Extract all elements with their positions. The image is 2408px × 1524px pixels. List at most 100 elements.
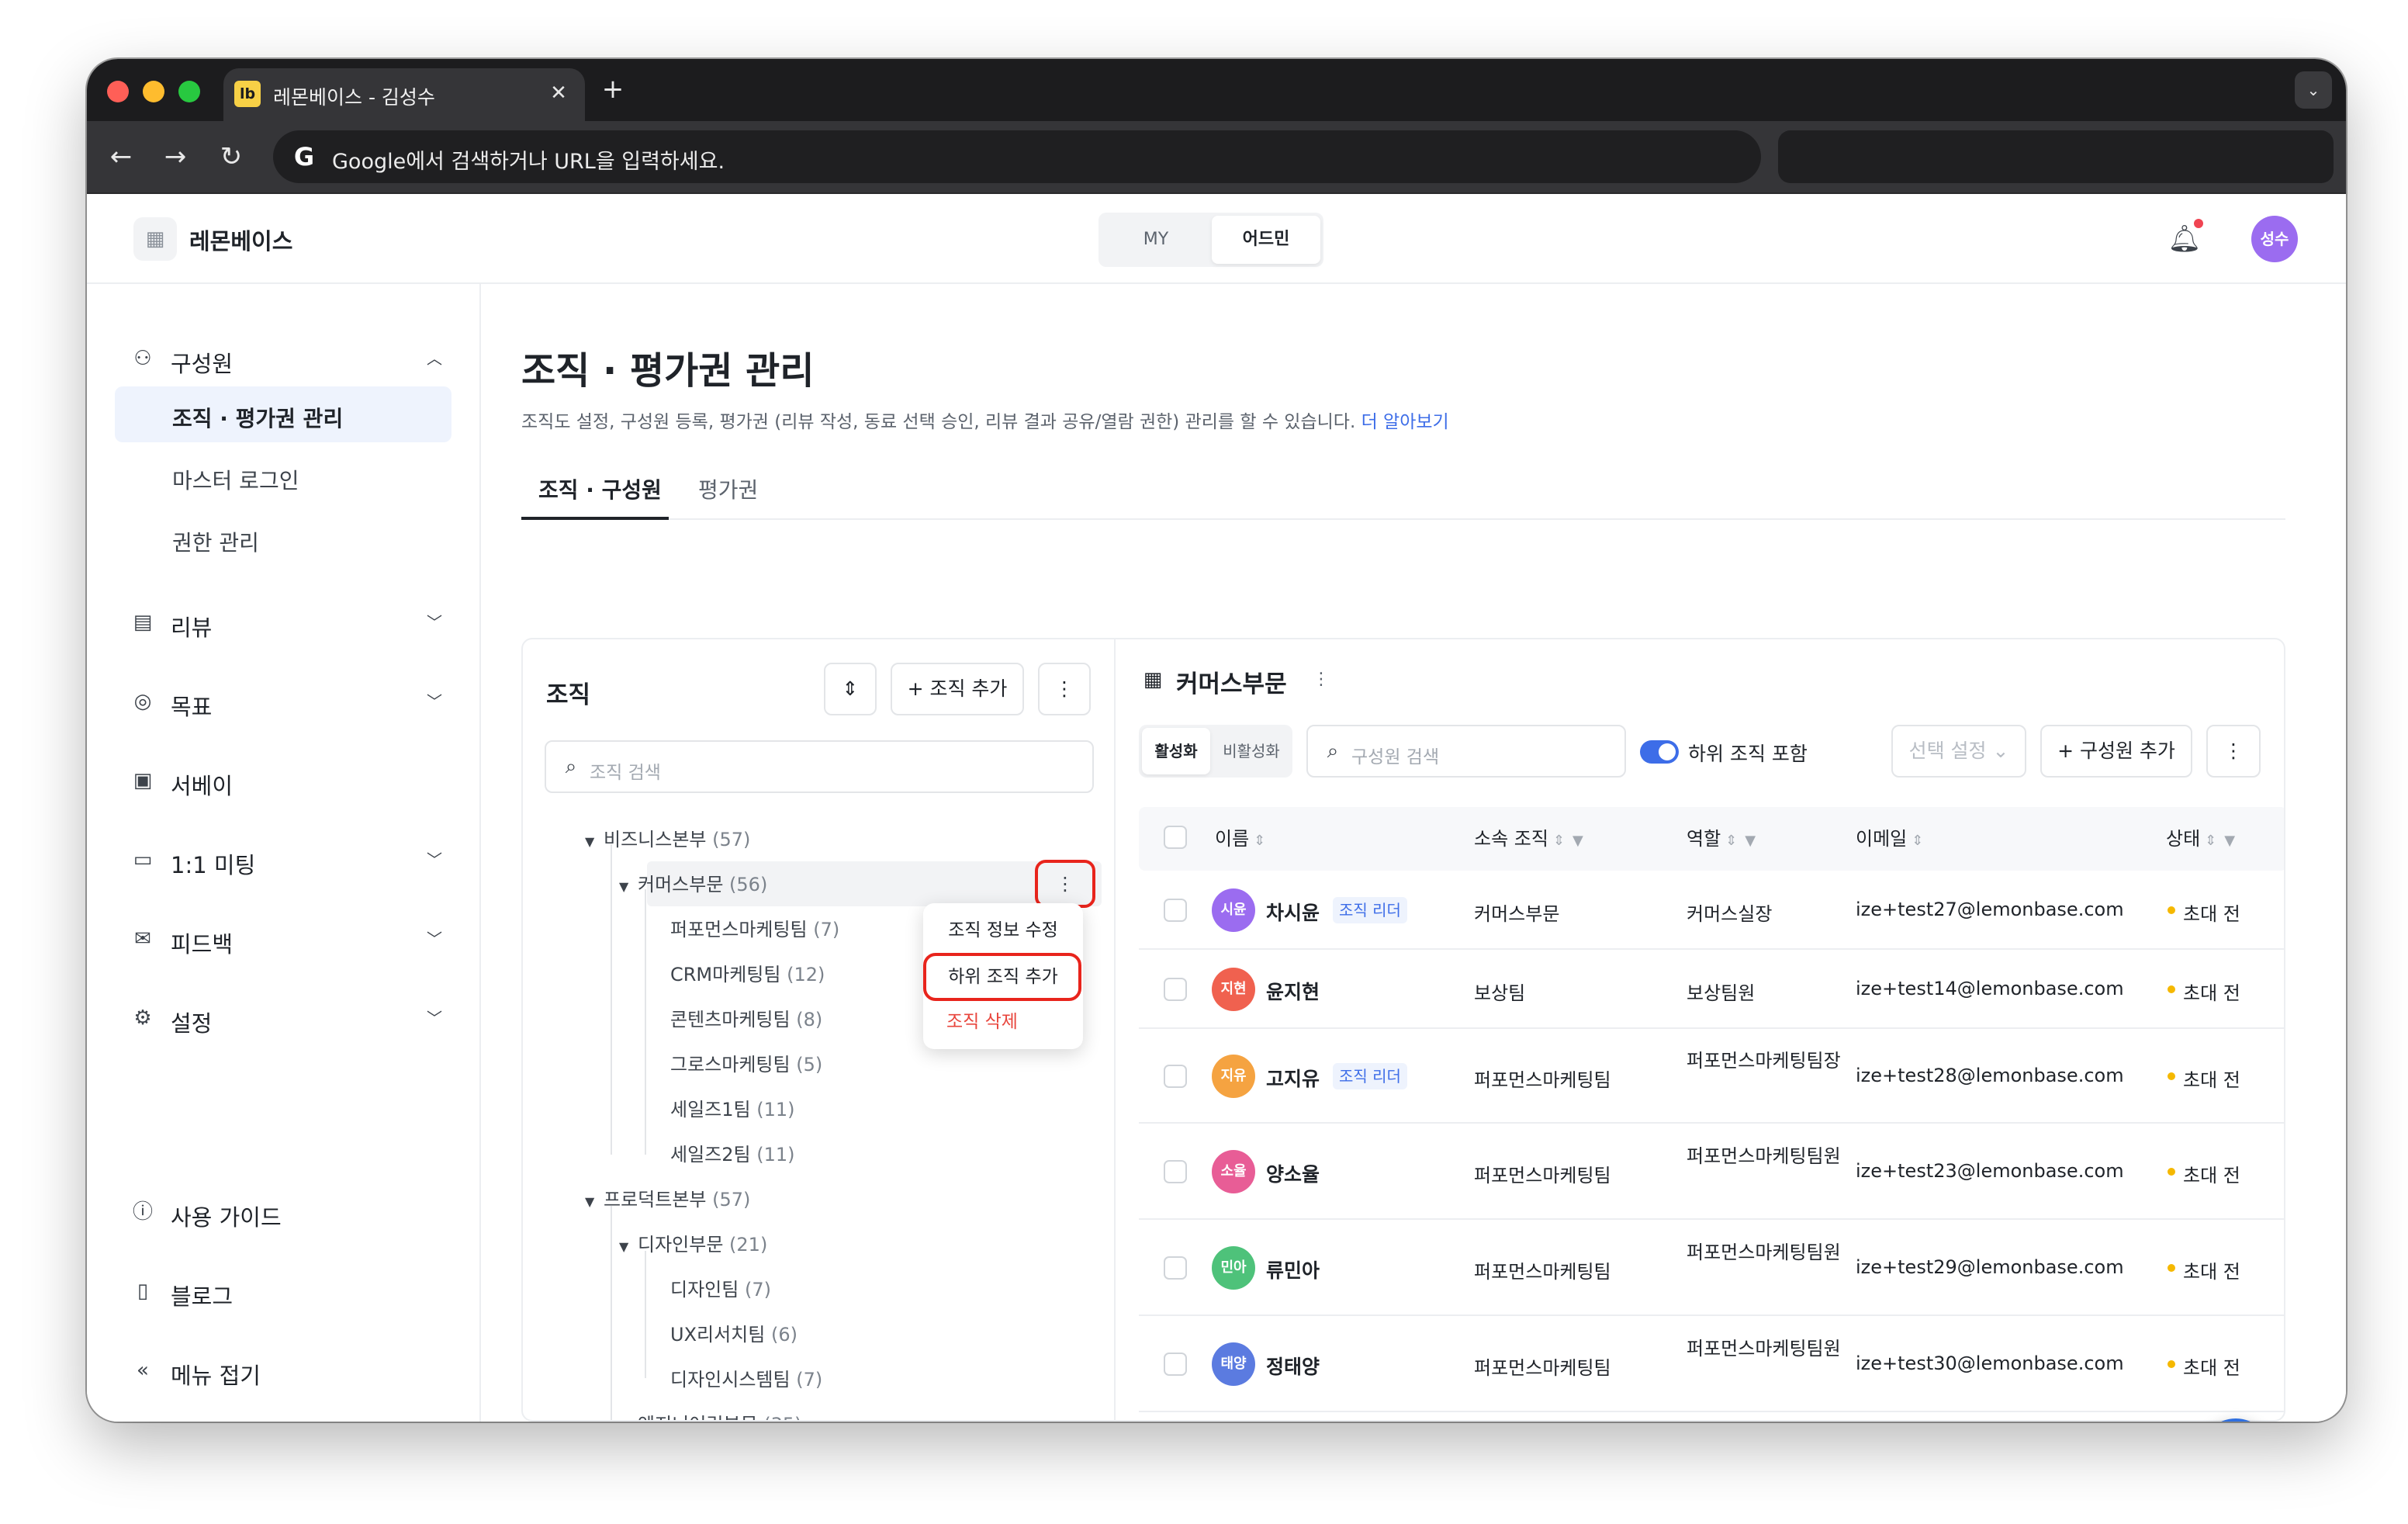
seg-inactive[interactable]: 비활성화 bbox=[1213, 728, 1289, 774]
table-row[interactable]: 소율 양소율 퍼포먼스마케팅팀 퍼포먼스마케팅팀원 ize+test23@lemonba… bbox=[1139, 1124, 2284, 1220]
learn-more-link[interactable]: 더 알아보기 bbox=[1361, 412, 1449, 432]
address-bar[interactable]: G Google에서 검색하거나 URL을 입력하세요. bbox=[273, 130, 1761, 183]
include-sub-toggle[interactable] bbox=[1640, 740, 1679, 764]
row-checkbox[interactable] bbox=[1164, 978, 1187, 1001]
user-avatar[interactable]: 성수 bbox=[2251, 216, 2298, 262]
back-button[interactable]: ← bbox=[104, 140, 138, 174]
sidebar-item-1on1[interactable]: ▭ 1:1 미팅 ﹀ bbox=[118, 832, 459, 888]
sidebar-item-guide[interactable]: ⓘ 사용 가이드 bbox=[118, 1184, 459, 1240]
row-checkbox[interactable] bbox=[1164, 899, 1187, 922]
sidebar-subitem-org[interactable]: 조직 · 평가권 관리 bbox=[115, 386, 452, 442]
member-name[interactable]: 윤지현 bbox=[1266, 977, 1320, 1005]
tab-evaluation[interactable]: 평가권 bbox=[698, 473, 758, 504]
table-row[interactable]: 민아 류민아 퍼포먼스마케팅팀 퍼포먼스마케팅팀원 ize+test29@lemonba… bbox=[1139, 1220, 2284, 1316]
chevron-down-icon: ﹀ bbox=[427, 613, 442, 632]
tree-node[interactable]: 디자인시스템팀 (7) bbox=[670, 1358, 822, 1401]
table-row[interactable]: 아현김아현퍼포먼스마케팅팀퍼포먼스마케팅팀원ize+test31@lemonba… bbox=[1139, 1412, 2284, 1420]
tree-node-label: 콘텐츠마케팅팀 bbox=[670, 1009, 791, 1030]
maximize-window-button[interactable] bbox=[178, 81, 200, 102]
tab-org-members[interactable]: 조직 · 구성원 bbox=[538, 473, 662, 504]
mode-my-button[interactable]: MY bbox=[1102, 216, 1210, 264]
minimize-window-button[interactable] bbox=[143, 81, 164, 102]
sidebar-item-members[interactable]: ⚇ 구성원 ︿ bbox=[118, 331, 459, 386]
tree-node[interactable]: CRM마케팅팀 (12) bbox=[670, 953, 825, 996]
page-tabs: 조직 · 구성원 평가권 bbox=[521, 455, 2285, 520]
member-org: 퍼포먼스마케팅팀 bbox=[1474, 1069, 1611, 1091]
member-name[interactable]: 차시윤 bbox=[1266, 898, 1320, 926]
col-org[interactable]: 소속 조직 ⇕ ▼ bbox=[1474, 807, 1583, 871]
tree-node-label: 커머스부문 bbox=[638, 874, 724, 895]
tree-node[interactable]: 세일즈2팀 (11) bbox=[670, 1133, 795, 1176]
tree-node[interactable]: ▼ 프로덕트본부 (57) bbox=[585, 1178, 750, 1221]
add-member-button[interactable]: + 구성원 추가 bbox=[2040, 725, 2192, 778]
sidebar-item-collapse[interactable]: « 메뉴 접기 bbox=[118, 1342, 459, 1398]
org-more-button[interactable]: ⋮ bbox=[1038, 663, 1091, 715]
menu-edit-org[interactable]: 조직 정보 수정 bbox=[923, 908, 1083, 953]
forward-button[interactable]: → bbox=[158, 140, 192, 174]
collapse-all-button[interactable]: ⇕ bbox=[824, 663, 877, 715]
tree-node[interactable]: 세일즈1팀 (11) bbox=[670, 1088, 795, 1131]
sidebar-item-settings[interactable]: ⚙ 설정 ﹀ bbox=[118, 990, 459, 1046]
tab-search-button[interactable]: ⌄ bbox=[2295, 71, 2332, 109]
sidebar-item-review[interactable]: ▤ 리뷰 ﹀ bbox=[118, 594, 459, 650]
tree-node[interactable]: 디자인팀 (7) bbox=[670, 1268, 771, 1311]
member-panel-more-button[interactable]: ⋮ bbox=[1310, 666, 1333, 694]
filter-icon: ▼ bbox=[1572, 833, 1583, 849]
tree-node[interactable]: 콘텐츠마케팅팀 (8) bbox=[670, 998, 822, 1041]
row-checkbox[interactable] bbox=[1164, 1065, 1187, 1088]
col-role[interactable]: 역할 ⇕ ▼ bbox=[1687, 807, 1756, 871]
tree-node-count: (56) bbox=[729, 874, 768, 895]
mode-admin-button[interactable]: 어드민 bbox=[1212, 216, 1320, 264]
table-row[interactable]: 지현 윤지현 보상팀 보상팀원 ize+test14@lemonbase.com 초대 전 bbox=[1139, 950, 2284, 1029]
seg-active[interactable]: 활성화 bbox=[1142, 728, 1210, 774]
chevron-down-icon: ﹀ bbox=[427, 930, 442, 948]
org-search-input[interactable]: ⌕ 조직 검색 bbox=[545, 740, 1094, 793]
member-name[interactable]: 류민아 bbox=[1266, 1256, 1320, 1283]
col-name[interactable]: 이름 ⇕ bbox=[1215, 807, 1265, 871]
sidebar-item-feedback[interactable]: ✉ 피드백 ﹀ bbox=[118, 911, 459, 967]
menu-delete-org[interactable]: 조직 삭제 bbox=[923, 999, 1083, 1044]
member-more-button[interactable]: ⋮ bbox=[2206, 725, 2261, 778]
table-row[interactable]: 지유 고지유 조직 리더 퍼포먼스마케팅팀 퍼포먼스마케팅팀장 ize+test28@le… bbox=[1139, 1029, 2284, 1124]
browser-tab[interactable]: lb 레몬베이스 - 김성수 ✕ bbox=[223, 68, 585, 121]
col-status[interactable]: 상태 ⇕ ▼ bbox=[2166, 807, 2235, 871]
sidebar-subitem-master-login[interactable]: 마스터 로그인 bbox=[115, 449, 452, 504]
row-checkbox[interactable] bbox=[1164, 1160, 1187, 1183]
select-settings-button[interactable]: 선택 설정 ⌄ bbox=[1891, 725, 2026, 778]
tree-node[interactable]: ▼엔지니어링부문 (35) bbox=[619, 1403, 801, 1420]
tree-node[interactable]: 그로스마케팅팀 (5) bbox=[670, 1043, 822, 1086]
table-row[interactable]: 시윤 차시윤 조직 리더 커머스부문 커머스실장 ize+test27@lemonbase… bbox=[1139, 871, 2284, 950]
org-panel-title: 조직 bbox=[546, 681, 591, 709]
select-all-checkbox[interactable] bbox=[1164, 826, 1187, 849]
tree-node-count: (35) bbox=[763, 1414, 801, 1420]
tree-node[interactable]: ▼ 디자인부문 (21) bbox=[619, 1223, 767, 1266]
col-email[interactable]: 이메일 ⇕ bbox=[1856, 807, 1923, 871]
sidebar-item-goals[interactable]: ◎ 목표 ﹀ bbox=[118, 674, 459, 729]
tree-node[interactable]: 퍼포먼스마케팅팀 (7) bbox=[670, 908, 839, 951]
row-checkbox[interactable] bbox=[1164, 1256, 1187, 1280]
tree-node-label: 디자인팀 bbox=[670, 1279, 739, 1301]
member-name[interactable]: 정태양 bbox=[1266, 1352, 1320, 1380]
tree-node-label: 세일즈1팀 bbox=[670, 1099, 751, 1120]
toggle-knob bbox=[1659, 743, 1676, 760]
sidebar-item-survey[interactable]: ▣ 서베이 bbox=[118, 753, 459, 809]
tab-close-icon[interactable]: ✕ bbox=[545, 79, 573, 107]
tree-node[interactable]: ▼ 비즈니스본부 (57) bbox=[585, 818, 750, 861]
sidebar-item-blog[interactable]: ▯ 블로그 bbox=[118, 1263, 459, 1319]
leader-badge: 조직 리더 bbox=[1333, 897, 1407, 923]
add-org-button[interactable]: + 조직 추가 bbox=[891, 663, 1024, 715]
tree-node[interactable]: UX리서치팀 (6) bbox=[670, 1313, 797, 1356]
row-checkbox[interactable] bbox=[1164, 1353, 1187, 1376]
member-name[interactable]: 양소율 bbox=[1266, 1159, 1320, 1187]
reload-button[interactable]: ↻ bbox=[214, 140, 248, 174]
close-window-button[interactable] bbox=[107, 81, 129, 102]
brand-name[interactable]: 레몬베이스 bbox=[189, 223, 292, 256]
member-search-input[interactable]: ⌕ 구성원 검색 bbox=[1306, 725, 1626, 778]
sidebar-subitem-permissions[interactable]: 권한 관리 bbox=[115, 511, 452, 566]
table-row[interactable]: 태양 정태양 퍼포먼스마케팅팀 퍼포먼스마케팅팀원 ize+test30@lemonba… bbox=[1139, 1316, 2284, 1412]
node-more-button[interactable]: ⋮ bbox=[1050, 868, 1080, 900]
tree-node[interactable]: ▼ 커머스부문 (56) bbox=[619, 863, 767, 906]
tree-node-label: 디자인시스템팀 bbox=[670, 1369, 791, 1391]
new-tab-button[interactable]: + bbox=[597, 74, 628, 106]
member-name[interactable]: 고지유 bbox=[1266, 1064, 1320, 1092]
